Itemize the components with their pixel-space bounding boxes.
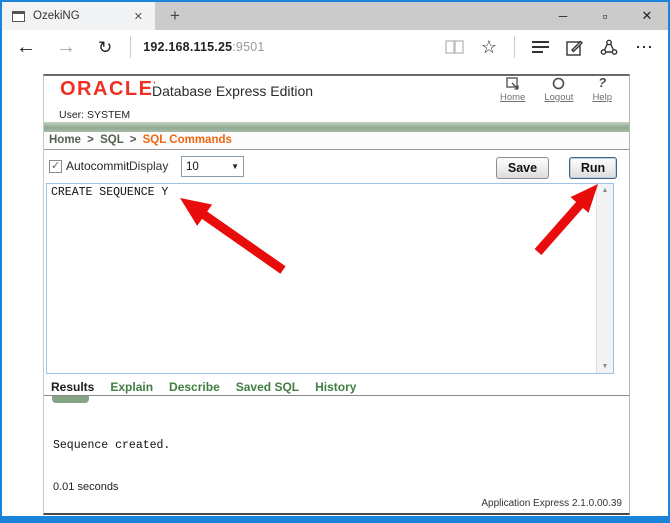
- breadcrumb-separator: >: [129, 134, 137, 146]
- tabs-divider: [44, 395, 629, 396]
- elapsed-time: 0.01 seconds: [53, 481, 119, 493]
- result-message: Sequence created.: [53, 439, 171, 452]
- breadcrumb-separator: >: [87, 134, 94, 146]
- nav-help-label: Help: [592, 92, 612, 103]
- nav-home-label: Home: [500, 92, 526, 103]
- apex-version: Application Express 2.1.0.00.39: [481, 498, 622, 509]
- divider: [514, 36, 515, 58]
- save-button[interactable]: Save: [496, 157, 549, 179]
- maximize-button[interactable]: ▫: [584, 2, 626, 30]
- browser-tab[interactable]: OzekiNG ✕: [2, 2, 155, 30]
- breadcrumb-current: SQL Commands: [142, 134, 232, 146]
- nav-logout[interactable]: Logout: [544, 75, 573, 103]
- tab-saved-sql[interactable]: Saved SQL: [236, 380, 299, 394]
- chevron-down-icon: ▼: [231, 162, 239, 171]
- editor-scrollbar[interactable]: ▲ ▼: [596, 184, 613, 373]
- sql-editor-box: CREATE SEQUENCE Y ▲ ▼: [46, 183, 614, 374]
- nav-logout-label: Logout: [544, 92, 574, 103]
- hub-icon[interactable]: [532, 41, 549, 53]
- tab-explain[interactable]: Explain: [110, 380, 153, 394]
- browser-actions: ☆ ⋯: [445, 36, 668, 58]
- more-icon[interactable]: ⋯: [635, 37, 654, 58]
- tab-close-icon[interactable]: ✕: [130, 8, 147, 25]
- logout-icon: [552, 75, 565, 90]
- forward-icon[interactable]: →: [56, 37, 76, 57]
- scroll-down-icon[interactable]: ▼: [597, 363, 613, 370]
- header-green-strip: [44, 122, 629, 132]
- window-controls: ─ ▫ ✕: [542, 2, 668, 30]
- minimize-button[interactable]: ─: [542, 2, 584, 30]
- url-port: :9501: [232, 40, 265, 54]
- browser-window: OzekiNG ✕ + ─ ▫ ✕ ← → ↻ 192.168.115.25:9…: [0, 0, 670, 523]
- oracle-logo: ORACLE': [60, 78, 157, 100]
- product-title: Database Express Edition: [152, 83, 314, 99]
- display-label: Display: [129, 159, 169, 173]
- oracle-logo-text: ORACLE: [60, 78, 154, 100]
- result-tabs: Results Explain Describe Saved SQL Histo…: [51, 380, 356, 394]
- run-button[interactable]: Run: [569, 157, 617, 179]
- divider: [130, 36, 132, 58]
- header-nav: Home Logout ? Help: [500, 75, 612, 103]
- active-tab-indicator: [52, 396, 89, 403]
- nav-help[interactable]: ? Help: [592, 75, 612, 103]
- tab-describe[interactable]: Describe: [169, 380, 220, 394]
- breadcrumb-home[interactable]: Home: [49, 134, 81, 146]
- address-bar: ← → ↻ 192.168.115.25:9501 ☆ ⋯: [2, 30, 668, 64]
- close-button[interactable]: ✕: [626, 2, 668, 30]
- autocommit-checkbox[interactable]: ✓: [49, 160, 62, 173]
- home-icon: [506, 75, 520, 90]
- autocommit-label: Autocommit: [66, 159, 130, 173]
- breadcrumb: Home > SQL > SQL Commands: [44, 132, 629, 150]
- reading-view-icon[interactable]: [445, 40, 464, 54]
- refresh-icon[interactable]: ↻: [98, 39, 112, 56]
- scroll-up-icon[interactable]: ▲: [597, 187, 613, 194]
- url-host: 192.168.115.25: [143, 40, 233, 54]
- display-rows-select[interactable]: 10 ▼: [181, 156, 244, 177]
- tab-title: OzekiNG: [33, 10, 80, 22]
- display-rows-value: 10: [186, 160, 199, 173]
- breadcrumb-sql[interactable]: SQL: [100, 134, 123, 146]
- window-bottom-border: [2, 516, 668, 521]
- tab-history[interactable]: History: [315, 380, 356, 394]
- sql-editor[interactable]: CREATE SEQUENCE Y: [47, 184, 595, 373]
- new-tab-button[interactable]: +: [155, 2, 195, 30]
- url-field[interactable]: 192.168.115.25:9501: [143, 40, 264, 54]
- back-icon[interactable]: ←: [16, 37, 36, 57]
- tab-results[interactable]: Results: [51, 380, 94, 394]
- share-icon[interactable]: [600, 39, 618, 56]
- web-note-icon[interactable]: [566, 39, 583, 56]
- help-icon: ?: [598, 75, 607, 90]
- user-label: User: SYSTEM: [59, 109, 131, 121]
- nav-home[interactable]: Home: [500, 75, 525, 103]
- favorites-star-icon[interactable]: ☆: [481, 37, 497, 58]
- page-icon: [12, 10, 25, 22]
- checkmark-icon: ✓: [50, 160, 61, 172]
- tab-strip: OzekiNG ✕ + ─ ▫ ✕: [2, 2, 668, 30]
